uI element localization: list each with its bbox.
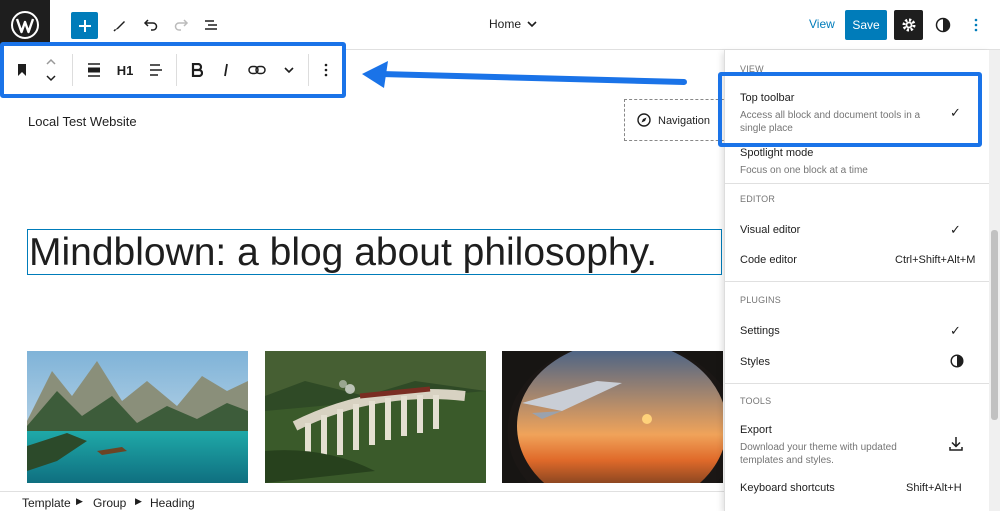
breadcrumb-item[interactable]: Group xyxy=(93,496,126,510)
more-vertical-icon xyxy=(324,63,328,77)
annotation-highlight-box xyxy=(718,72,982,147)
more-rich-text-button[interactable] xyxy=(276,46,302,94)
italic-button[interactable] xyxy=(214,46,238,94)
undo-button[interactable] xyxy=(137,11,165,39)
menu-item-spotlight-mode[interactable]: Spotlight mode xyxy=(740,147,813,159)
redo-icon xyxy=(174,19,189,31)
breadcrumb: Template ▶ Group ▶ Heading xyxy=(0,491,724,511)
text-align-button[interactable] xyxy=(142,46,170,94)
plus-icon xyxy=(78,19,91,32)
align-wide-icon xyxy=(88,63,100,77)
redo-button[interactable] xyxy=(167,11,195,39)
block-type-button[interactable] xyxy=(10,46,34,94)
block-toolbar: H1 xyxy=(0,42,346,98)
move-block-buttons[interactable] xyxy=(40,46,62,94)
scrollbar-thumb[interactable] xyxy=(991,230,998,420)
compass-icon xyxy=(637,113,651,127)
menu-item-visual-editor[interactable]: Visual editor xyxy=(740,224,800,236)
menu-item-shortcut: Ctrl+Shift+Alt+M xyxy=(895,254,976,266)
move-up-down-icon xyxy=(46,58,56,82)
navigation-label: Navigation xyxy=(658,115,710,127)
check-icon: ✓ xyxy=(950,222,961,237)
block-options-button[interactable] xyxy=(314,46,338,94)
menu-scrollbar[interactable] xyxy=(989,50,1000,511)
menu-group-title: EDITOR xyxy=(740,194,776,204)
chevron-right-icon: ▶ xyxy=(76,496,83,506)
settings-button[interactable] xyxy=(894,10,923,40)
bookmark-icon xyxy=(18,64,26,76)
bold-icon xyxy=(191,63,203,77)
toolbar-divider xyxy=(72,54,73,86)
add-block-button[interactable] xyxy=(71,12,98,39)
menu-item-settings[interactable]: Settings xyxy=(740,325,780,337)
check-icon: ✓ xyxy=(950,323,961,338)
breadcrumb-item[interactable]: Heading xyxy=(150,496,195,510)
view-button[interactable]: View xyxy=(809,17,835,31)
half-circle-styles-icon xyxy=(935,17,951,33)
gear-icon xyxy=(902,18,915,32)
menu-item-shortcut: Shift+Alt+H xyxy=(906,482,962,494)
breadcrumb-item[interactable]: Template xyxy=(22,496,71,510)
download-icon xyxy=(949,437,963,451)
menu-divider xyxy=(725,281,989,282)
menu-item-code-editor[interactable]: Code editor xyxy=(740,254,797,266)
site-title[interactable]: Local Test Website xyxy=(28,114,137,129)
menu-item-keyboard-shortcuts[interactable]: Keyboard shortcuts xyxy=(740,482,835,494)
pencil-icon xyxy=(113,21,125,32)
tools-button[interactable] xyxy=(106,11,134,39)
heading-level-button[interactable]: H1 xyxy=(110,46,140,94)
page-heading[interactable]: Mindblown: a blog about philosophy. xyxy=(27,229,722,275)
menu-item-description: Focus on one block at a time xyxy=(740,165,868,176)
menu-item-description: Download your theme with updated templat… xyxy=(740,442,897,466)
italic-icon xyxy=(224,63,228,77)
list-view-icon xyxy=(205,20,217,30)
chevron-down-icon xyxy=(284,67,294,74)
annotation-arrow xyxy=(362,61,687,88)
airplane-window-image[interactable] xyxy=(502,351,723,483)
save-button[interactable]: Save xyxy=(845,10,887,40)
menu-group-title: TOOLS xyxy=(740,396,772,406)
viaduct-train-image[interactable] xyxy=(265,351,486,483)
link-icon xyxy=(248,65,266,75)
toolbar-divider xyxy=(176,54,177,86)
align-block-button[interactable] xyxy=(80,46,108,94)
align-left-icon xyxy=(150,64,162,76)
half-circle-styles-icon xyxy=(950,354,964,368)
mountain-lake-image[interactable] xyxy=(27,351,248,483)
menu-item-export[interactable]: Export xyxy=(740,424,772,436)
options-button[interactable] xyxy=(962,11,990,39)
chevron-right-icon: ▶ xyxy=(135,496,142,506)
wordpress-icon xyxy=(11,11,39,39)
heading-level-label: H1 xyxy=(116,62,134,78)
menu-divider xyxy=(725,383,989,384)
menu-group-title: PLUGINS xyxy=(740,295,781,305)
menu-item-styles[interactable]: Styles xyxy=(740,356,770,368)
toolbar-divider xyxy=(308,54,309,86)
menu-divider xyxy=(725,183,989,184)
bold-button[interactable] xyxy=(184,46,210,94)
link-button[interactable] xyxy=(242,46,272,94)
chevron-down-icon[interactable] xyxy=(526,18,538,30)
list-view-button[interactable] xyxy=(197,11,225,39)
more-vertical-icon xyxy=(974,18,978,32)
styles-button[interactable] xyxy=(929,11,957,39)
site-editor: Home View Save H1 Local Test Website Nav… xyxy=(0,0,1000,511)
undo-icon xyxy=(143,19,158,31)
document-title[interactable]: Home xyxy=(489,17,521,31)
